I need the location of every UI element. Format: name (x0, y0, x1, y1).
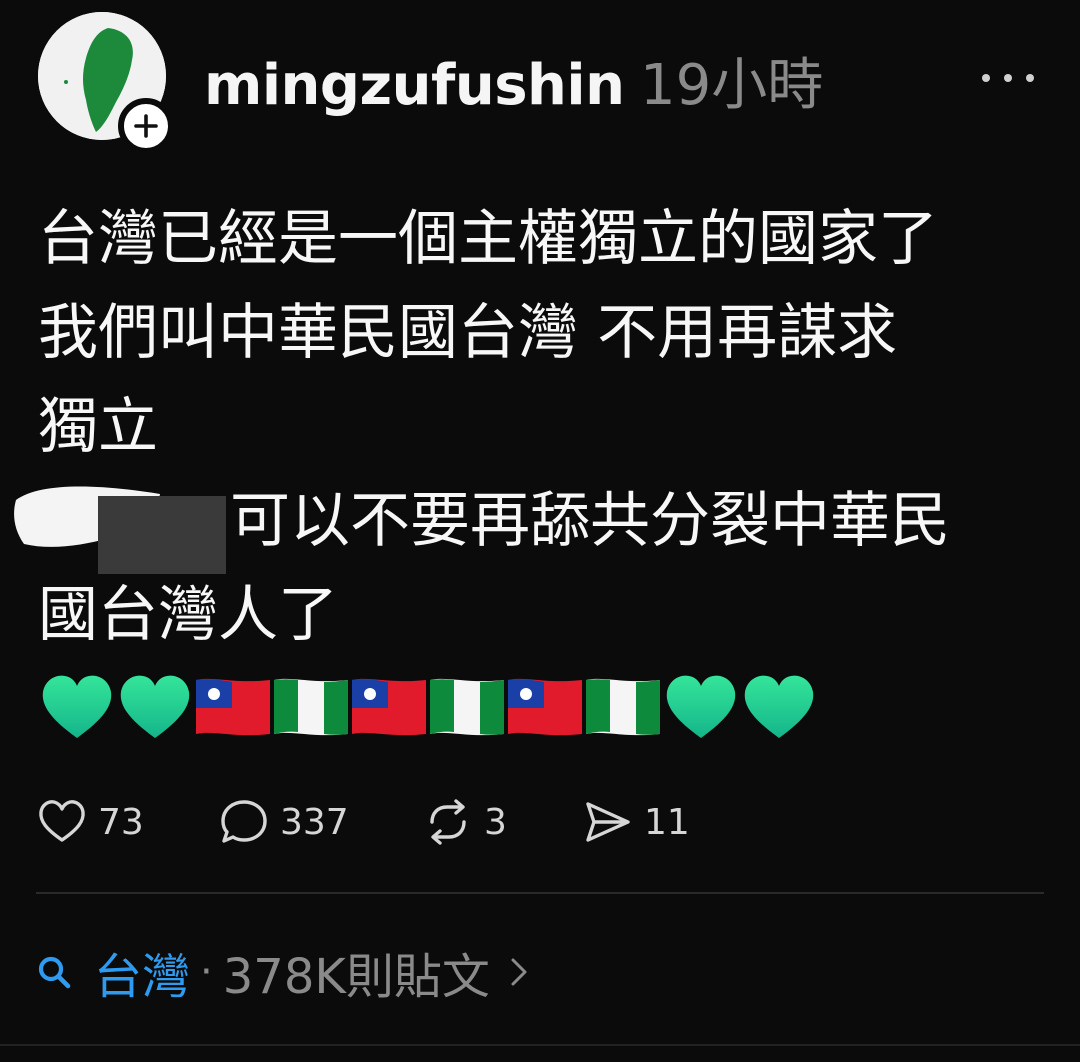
repost-count: 3 (484, 801, 507, 843)
post-text-line: 國台灣人了 (38, 580, 338, 650)
more-options-button[interactable] (982, 62, 1034, 94)
divider (36, 892, 1044, 894)
action-bar: 73 337 3 11 (36, 796, 736, 848)
green-heart-icon (42, 675, 112, 738)
post-text-fragment: 可以不要再舔共分裂中華民 (230, 486, 950, 556)
search-icon (38, 956, 71, 989)
emoji-row (38, 668, 818, 746)
follow-button[interactable] (118, 98, 174, 154)
green-heart-icon (666, 675, 736, 738)
roc-flag-icon (196, 678, 270, 736)
plus-icon (134, 114, 158, 138)
topic-name[interactable]: 台灣 (94, 937, 190, 1007)
heart-icon (39, 800, 85, 842)
roc-flag-icon (352, 678, 426, 736)
post-text-line: 獨立 (38, 392, 158, 462)
more-dot-icon (1004, 74, 1012, 82)
green-white-green-flag-icon (274, 678, 348, 736)
topic-link[interactable]: 台灣 · 378K則貼文 (36, 942, 530, 1005)
reply-button[interactable]: 337 (218, 796, 349, 848)
green-heart-icon (120, 675, 190, 738)
repost-icon (430, 799, 466, 845)
share-count: 11 (644, 801, 690, 843)
green-heart-icon (744, 675, 814, 738)
redaction-mark (14, 474, 230, 574)
green-white-green-flag-icon (430, 678, 504, 736)
redaction-gray-block (98, 496, 226, 574)
bottom-divider (0, 1044, 1080, 1046)
like-count: 73 (98, 801, 144, 843)
post-text-line: 我們叫中華民國台灣 不用再謀求 (38, 298, 898, 368)
share-button[interactable]: 11 (582, 796, 690, 848)
post-body: 台灣已經是一個主權獨立的國家了 我們叫中華民國台灣 不用再謀求 獨立 可以不要再… (14, 192, 1048, 662)
like-button[interactable]: 73 (36, 796, 144, 848)
roc-flag-icon (508, 678, 582, 736)
green-white-green-flag-icon (586, 678, 660, 736)
username[interactable]: mingzufushin (204, 48, 625, 124)
repost-button[interactable]: 3 (422, 796, 507, 848)
post-text-line: 台灣已經是一個主權獨立的國家了 (38, 204, 938, 274)
send-icon (586, 802, 630, 842)
thread-post: mingzufushin 19小時 台灣已經是一個主權獨立的國家了 我們叫中華民… (0, 0, 1080, 1062)
topic-separator: · (200, 949, 213, 995)
reply-count: 337 (280, 801, 349, 843)
chevron-right-icon (511, 958, 527, 986)
topic-post-count: 378K則貼文 (222, 949, 490, 1005)
comment-bubble-icon (221, 800, 267, 843)
timestamp: 19小時 (640, 53, 824, 118)
more-dot-icon (1026, 74, 1034, 82)
more-dot-icon (982, 74, 990, 82)
post-text-line-redacted: 可以不要再舔共分裂中華民 (14, 474, 1048, 574)
